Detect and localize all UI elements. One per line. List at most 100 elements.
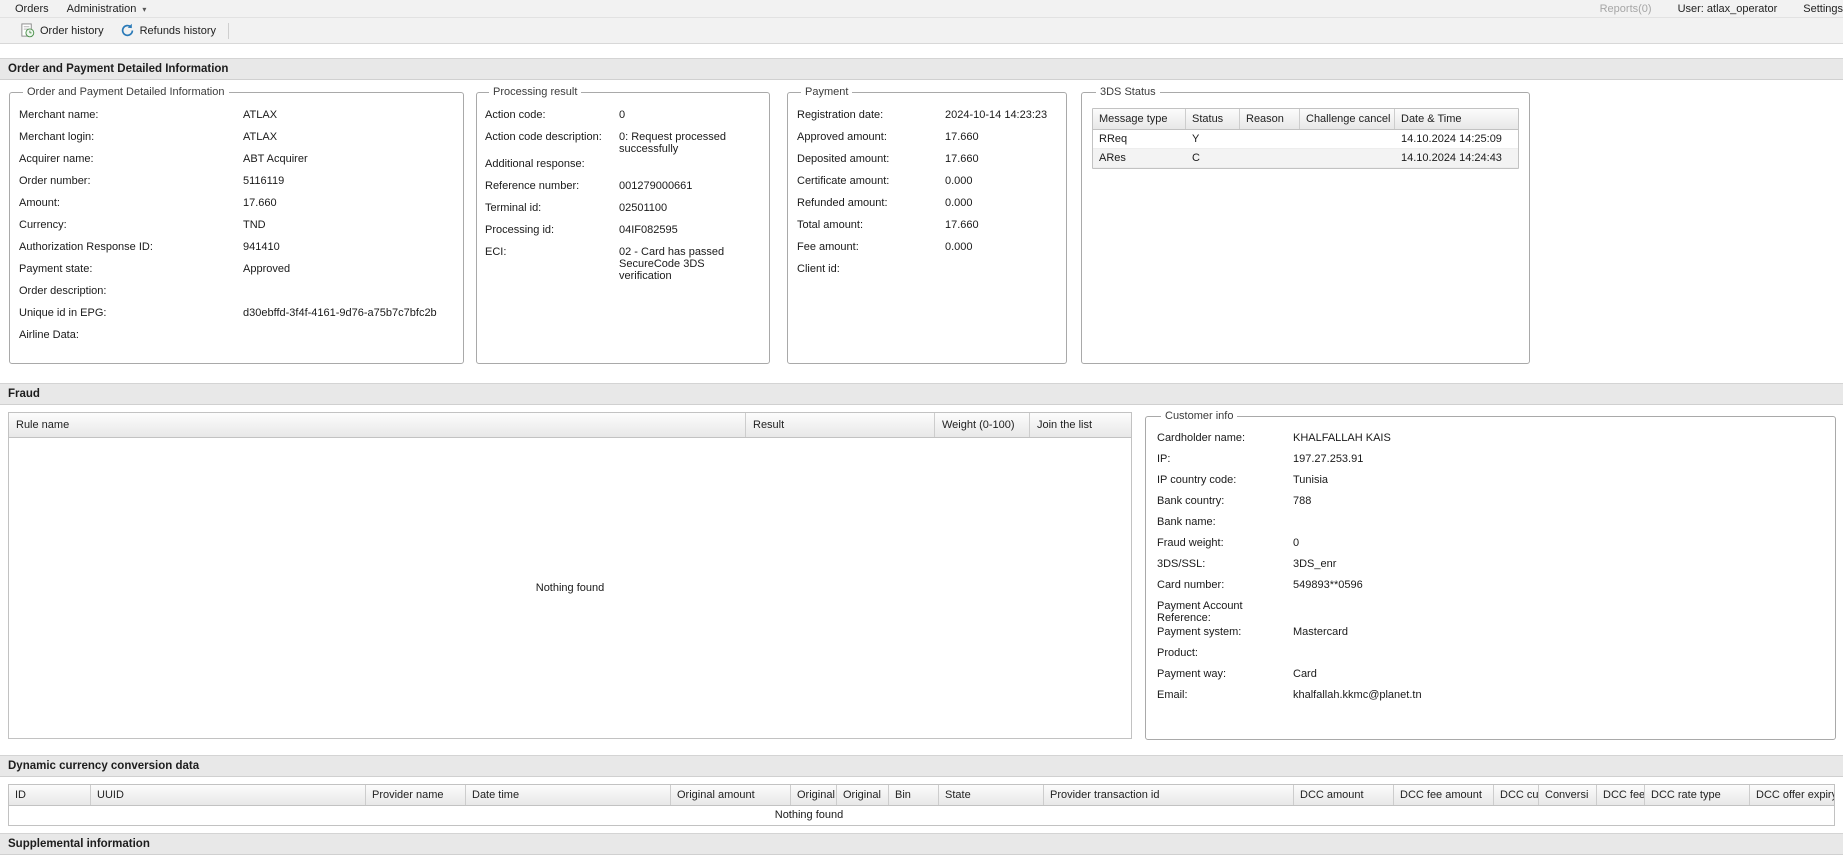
- field-label: Airline Data:: [19, 329, 243, 341]
- fraud-table-empty-state: Nothing found: [8, 438, 1132, 739]
- field-row-action-code: Action code: 0: [485, 106, 759, 128]
- menu-administration[interactable]: Administration ▾: [58, 2, 156, 16]
- column-header-bin: Bin: [889, 785, 939, 805]
- document-clock-icon: [20, 23, 35, 38]
- payment-legend: Payment: [801, 86, 852, 98]
- field-value: 001279000661: [619, 180, 759, 192]
- field-row-payment-state: Payment state: Approved: [19, 260, 453, 282]
- customer-info-legend: Customer info: [1161, 410, 1237, 422]
- column-header-uuid: UUID: [91, 785, 366, 805]
- dcc-table-header: ID UUID Provider name Date time Original…: [8, 784, 1835, 806]
- field-label: Payment way:: [1157, 668, 1293, 680]
- column-header-conversion: Conversi: [1539, 785, 1597, 805]
- field-row-amount: Amount: 17.660: [19, 194, 453, 216]
- column-header-challenge-cancel: Challenge cancel: [1300, 109, 1395, 129]
- field-label: Bank country:: [1157, 495, 1293, 507]
- field-label: Order number:: [19, 175, 243, 187]
- cell-status: C: [1186, 149, 1240, 167]
- current-user-label: User: atlax_operator: [1678, 3, 1778, 15]
- column-header-original-amount: Original amount: [671, 785, 791, 805]
- application-window: Orders Administration ▾ Reports(0) User:…: [0, 0, 1843, 863]
- field-row-refunded-amount: Refunded amount: 0.000: [797, 194, 1056, 216]
- field-label: Cardholder name:: [1157, 432, 1293, 444]
- field-label: Deposited amount:: [797, 153, 945, 165]
- processing-result-legend: Processing result: [489, 86, 581, 98]
- field-value: 0.000: [945, 241, 1056, 253]
- field-label: Registration date:: [797, 109, 945, 121]
- field-value: Approved: [243, 263, 453, 275]
- field-row-bank-name: Bank name:: [1157, 514, 1825, 535]
- field-row-registration-date: Registration date: 2024-10-14 14:23:23: [797, 106, 1056, 128]
- field-label: Merchant login:: [19, 131, 243, 143]
- field-label: Order description:: [19, 285, 243, 297]
- menu-reports[interactable]: Reports(0): [1600, 3, 1652, 15]
- field-value: 2024-10-14 14:23:23: [945, 109, 1056, 121]
- menu-settings[interactable]: Settings: [1803, 3, 1843, 15]
- section-header-order-payment: Order and Payment Detailed Information: [0, 58, 1843, 80]
- cell-reason: [1240, 149, 1300, 167]
- menu-orders[interactable]: Orders: [6, 2, 58, 16]
- refunds-history-button[interactable]: Refunds history: [112, 20, 224, 41]
- field-row-deposited-amount: Deposited amount: 17.660: [797, 150, 1056, 172]
- field-label: Fraud weight:: [1157, 537, 1293, 549]
- field-value: 0: [619, 109, 759, 121]
- column-header-dcc-fee: DCC fee: [1597, 785, 1645, 805]
- order-details-legend: Order and Payment Detailed Information: [23, 86, 229, 98]
- field-label: IP country code:: [1157, 474, 1293, 486]
- field-row-email: Email: khalfallah.kkmc@planet.tn: [1157, 687, 1825, 708]
- nothing-found-text: Nothing found: [536, 582, 605, 594]
- column-header-message-type: Message type: [1093, 109, 1186, 129]
- processing-result-fieldset: Processing result Action code: 0 Action …: [476, 86, 770, 364]
- field-label: Action code description:: [485, 131, 611, 143]
- field-label: Terminal id:: [485, 202, 611, 214]
- field-value: 5116119: [243, 175, 453, 187]
- menubar-right: Reports(0) User: atlax_operator Settings: [1600, 3, 1843, 15]
- tds-status-legend: 3DS Status: [1096, 86, 1160, 98]
- field-row-additional-response: Additional response:: [485, 155, 759, 177]
- cell-status: Y: [1186, 130, 1240, 148]
- field-value: 941410: [243, 241, 453, 253]
- field-value: Card: [1293, 668, 1825, 680]
- field-row-acquirer-name: Acquirer name: ABT Acquirer: [19, 150, 453, 172]
- field-row-payment-way: Payment way: Card: [1157, 666, 1825, 687]
- field-row-reference-number: Reference number: 001279000661: [485, 177, 759, 199]
- toolbar-separator: [228, 23, 229, 39]
- field-label: Approved amount:: [797, 131, 945, 143]
- field-value: 0: Request processed successfully: [619, 131, 759, 155]
- field-row-approved-amount: Approved amount: 17.660: [797, 128, 1056, 150]
- field-value: ATLAX: [243, 131, 453, 143]
- column-header-original-currency: Original: [837, 785, 889, 805]
- refunds-history-label: Refunds history: [140, 25, 216, 37]
- dcc-table-empty-state: Nothing found: [8, 806, 1835, 826]
- field-label: 3DS/SSL:: [1157, 558, 1293, 570]
- field-label: Fee amount:: [797, 241, 945, 253]
- order-history-button[interactable]: Order history: [12, 20, 112, 41]
- column-header-state: State: [939, 785, 1044, 805]
- field-label: Product:: [1157, 647, 1293, 659]
- field-value: 17.660: [945, 219, 1056, 231]
- tds-status-fieldset: 3DS Status Message type Status Reason Ch…: [1081, 86, 1530, 364]
- column-header-dcc-offer-expiry: DCC offer expiry: [1750, 785, 1834, 805]
- circular-arrows-icon: [120, 23, 135, 38]
- column-header-original-fee: Original f: [791, 785, 837, 805]
- field-row-order-number: Order number: 5116119: [19, 172, 453, 194]
- field-value: 0: [1293, 537, 1825, 549]
- field-label: Payment system:: [1157, 626, 1293, 638]
- column-header-date-time: Date & Time: [1395, 109, 1518, 129]
- column-header-reason: Reason: [1240, 109, 1300, 129]
- cell-challenge-cancel: [1300, 130, 1395, 148]
- cell-challenge-cancel: [1300, 149, 1395, 167]
- column-header-weight: Weight (0-100): [935, 413, 1030, 437]
- payment-fieldset: Payment Registration date: 2024-10-14 14…: [787, 86, 1067, 364]
- tds-table-header: Message type Status Reason Challenge can…: [1093, 109, 1518, 130]
- field-label: Processing id:: [485, 224, 611, 236]
- field-value: khalfallah.kkmc@planet.tn: [1293, 689, 1825, 701]
- column-header-result: Result: [746, 413, 935, 437]
- field-label: Acquirer name:: [19, 153, 243, 165]
- cell-reason: [1240, 130, 1300, 148]
- field-label: Client id:: [797, 263, 945, 275]
- field-label: Merchant name:: [19, 109, 243, 121]
- fraud-table: Rule name Result Weight (0-100) Join the…: [8, 412, 1132, 739]
- field-value: 788: [1293, 495, 1825, 507]
- field-row-eci: ECI: 02 - Card has passed SecureCode 3DS…: [485, 243, 759, 282]
